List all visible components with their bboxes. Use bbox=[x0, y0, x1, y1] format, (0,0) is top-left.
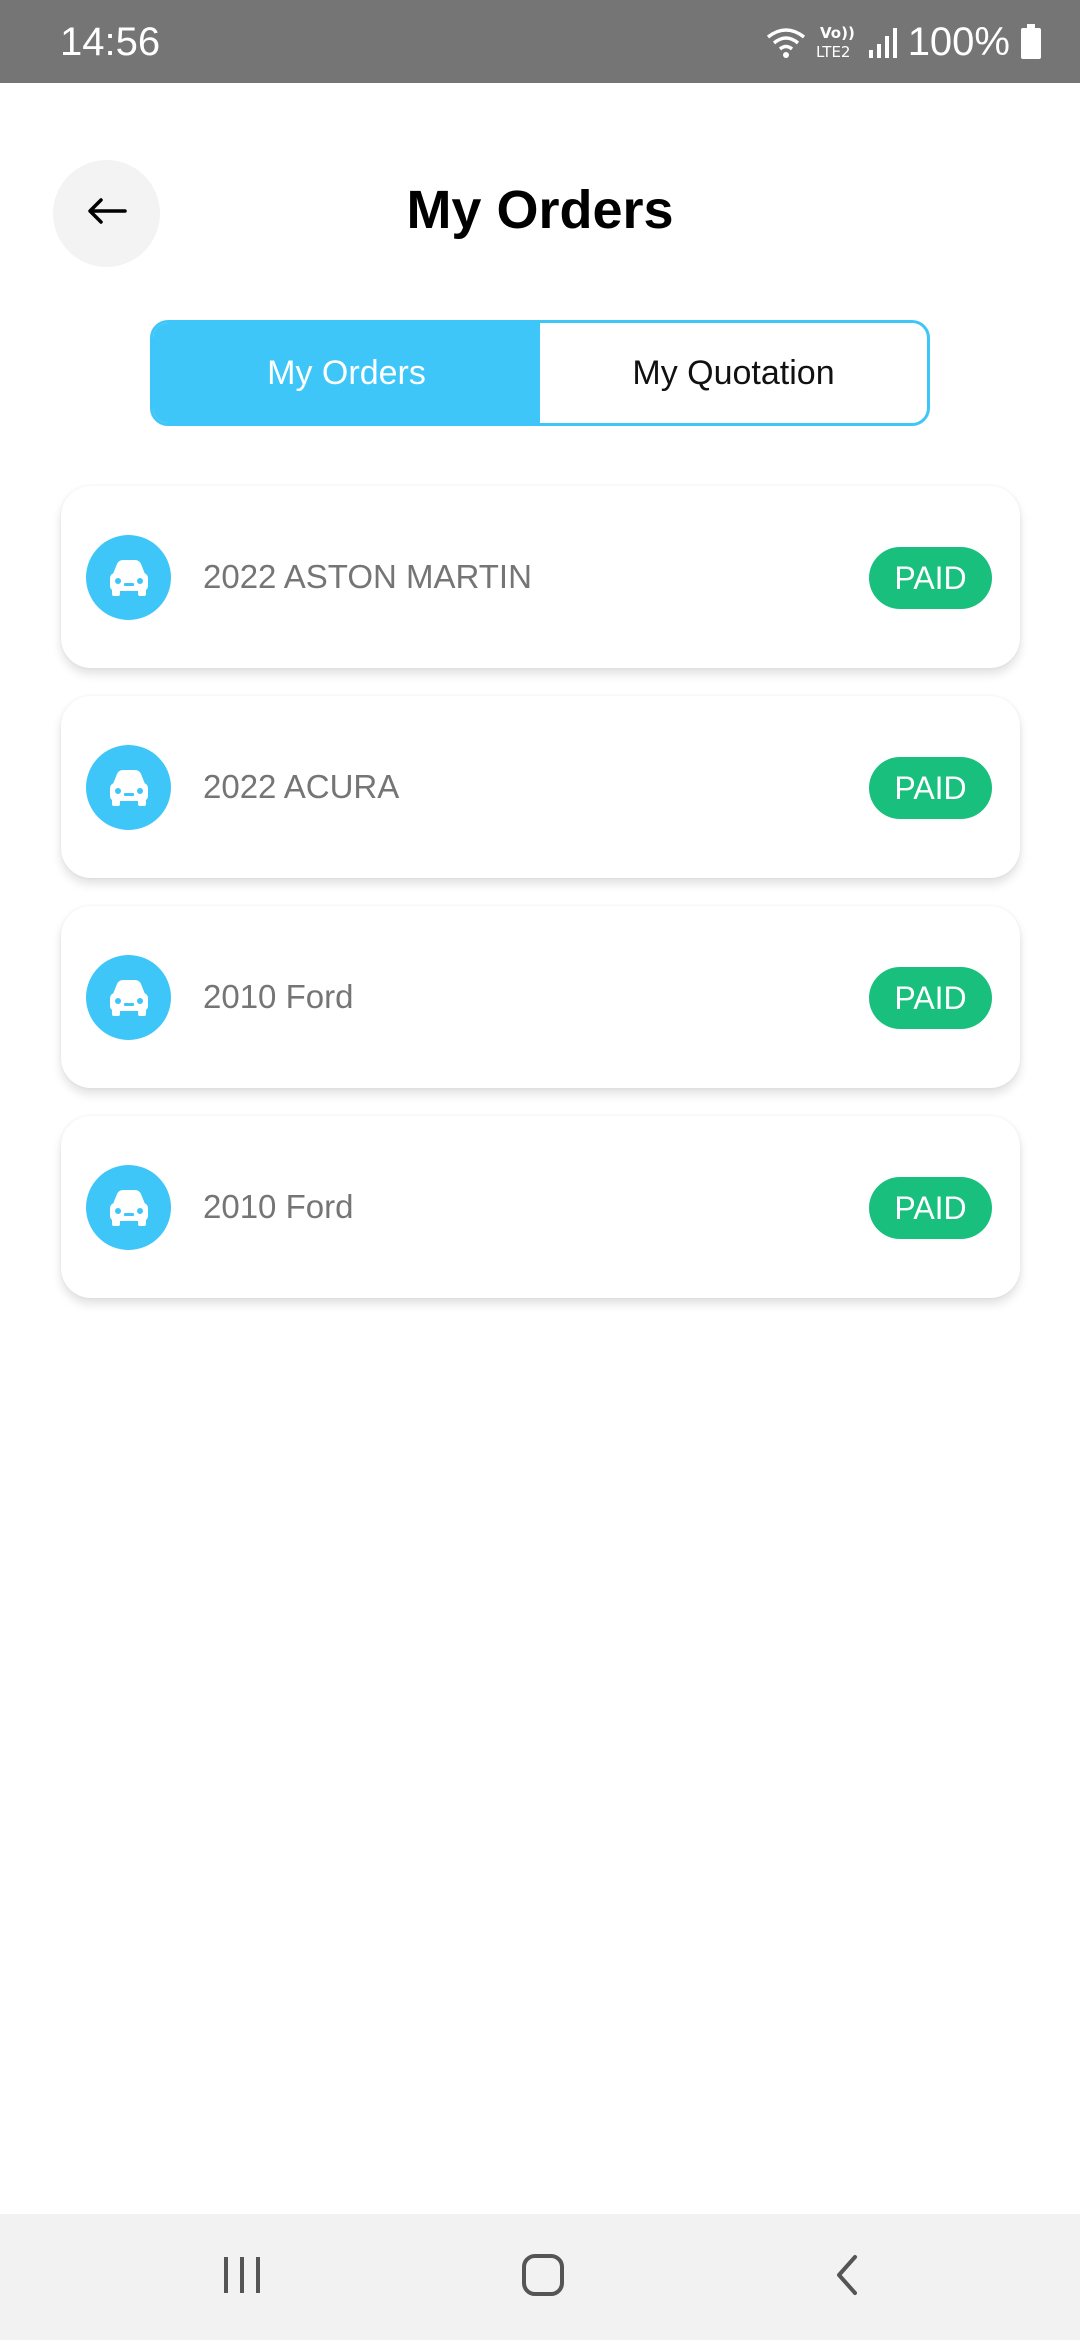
status-icons: Vo)) LTE2 100% bbox=[766, 18, 1042, 66]
page-title: My Orders bbox=[406, 180, 674, 240]
back-nav-button[interactable] bbox=[806, 2244, 886, 2310]
tab-switcher: My Orders My Quotation bbox=[150, 320, 930, 426]
home-button[interactable] bbox=[503, 2244, 583, 2310]
tab-my-orders[interactable]: My Orders bbox=[153, 323, 540, 423]
svg-text:Vo)): Vo)) bbox=[820, 24, 855, 42]
status-badge: PAID bbox=[869, 757, 992, 819]
order-title: 2022 ASTON MARTIN bbox=[203, 558, 532, 595]
order-card[interactable]: 2022 ACURA PAID bbox=[61, 696, 1020, 878]
screen: 14:56 Vo)) LTE2 100% My Orders My Orders… bbox=[0, 0, 1080, 2340]
order-card[interactable]: 2010 Ford PAID bbox=[61, 1116, 1020, 1298]
car-icon bbox=[86, 745, 171, 830]
order-title: 2010 Ford bbox=[203, 978, 354, 1015]
order-card[interactable]: 2010 Ford PAID bbox=[61, 906, 1020, 1088]
order-card[interactable]: 2022 ASTON MARTIN PAID bbox=[61, 486, 1020, 668]
order-title: 2010 Ford bbox=[203, 1188, 354, 1225]
status-badge: PAID bbox=[869, 967, 992, 1029]
battery-percentage: 100% bbox=[907, 20, 1010, 64]
back-icon bbox=[831, 2253, 861, 2302]
order-list: 2022 ASTON MARTIN PAID 2022 ACURA PAID 2… bbox=[61, 486, 1020, 1298]
tab-my-quotation[interactable]: My Quotation bbox=[540, 323, 927, 423]
recent-apps-icon bbox=[220, 2255, 264, 2300]
status-badge: PAID bbox=[869, 547, 992, 609]
home-icon bbox=[520, 2252, 566, 2303]
svg-text:LTE2: LTE2 bbox=[816, 43, 850, 61]
car-icon bbox=[86, 1165, 171, 1250]
status-time: 14:56 bbox=[60, 20, 161, 64]
navigation-bar bbox=[0, 2214, 1080, 2340]
recent-apps-button[interactable] bbox=[202, 2244, 282, 2310]
wifi-icon bbox=[766, 25, 806, 59]
battery-icon bbox=[1020, 24, 1042, 60]
status-bar: 14:56 Vo)) LTE2 100% bbox=[0, 0, 1080, 83]
car-icon bbox=[86, 535, 171, 620]
volte-lte2-icon: Vo)) LTE2 bbox=[816, 22, 858, 62]
car-icon bbox=[86, 955, 171, 1040]
signal-icon bbox=[868, 26, 898, 58]
order-title: 2022 ACURA bbox=[203, 768, 400, 805]
status-badge: PAID bbox=[869, 1177, 992, 1239]
